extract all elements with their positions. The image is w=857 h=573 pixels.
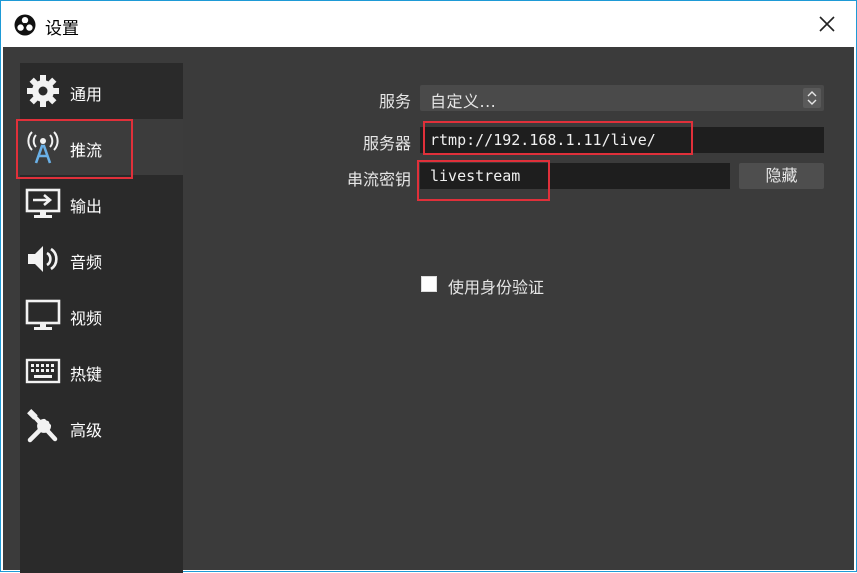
- service-label: 服务: [378, 92, 411, 111]
- stream-key-label: 串流密钥: [346, 170, 411, 189]
- output-monitor-icon: [25, 188, 61, 218]
- keyboard-icon: [25, 358, 61, 384]
- use-auth-checkbox[interactable]: [421, 276, 437, 292]
- title-bar: 设置: [1, 1, 856, 47]
- close-icon[interactable]: [814, 11, 840, 37]
- sidebar-item-label: 音频: [70, 253, 103, 272]
- window-title: 设置: [45, 19, 79, 39]
- tools-icon: [27, 409, 58, 443]
- use-auth-label: 使用身份验证: [448, 278, 545, 297]
- service-select[interactable]: 自定义...: [420, 85, 824, 111]
- spinner-arrows-icon[interactable]: [803, 88, 821, 108]
- service-select-value: 自定义...: [430, 92, 497, 111]
- sidebar-item-label: 高级: [70, 421, 103, 440]
- sidebar-item-output[interactable]: 输出: [20, 175, 183, 231]
- highlight-stream-tab: [16, 119, 133, 179]
- monitor-icon: [25, 299, 61, 330]
- sidebar-item-video[interactable]: 视频: [20, 287, 183, 343]
- speaker-icon: [28, 246, 58, 272]
- sidebar-item-label: 输出: [70, 197, 103, 216]
- hide-key-button[interactable]: 隐藏: [739, 163, 824, 189]
- sidebar-item-label: 热键: [70, 365, 103, 384]
- sidebar-item-label: 视频: [70, 309, 103, 328]
- sidebar-item-label: 通用: [70, 85, 103, 104]
- sidebar-item-audio[interactable]: 音频: [20, 231, 183, 287]
- highlight-stream-key: [417, 160, 550, 201]
- sidebar-item-general[interactable]: 通用: [20, 63, 183, 119]
- gear-icon: [27, 75, 59, 107]
- obs-logo-icon: [14, 14, 36, 36]
- highlight-server: [423, 121, 693, 155]
- server-label: 服务器: [362, 134, 411, 153]
- sidebar-item-hotkeys[interactable]: 热键: [20, 343, 183, 399]
- sidebar-item-advanced[interactable]: 高级: [20, 399, 183, 455]
